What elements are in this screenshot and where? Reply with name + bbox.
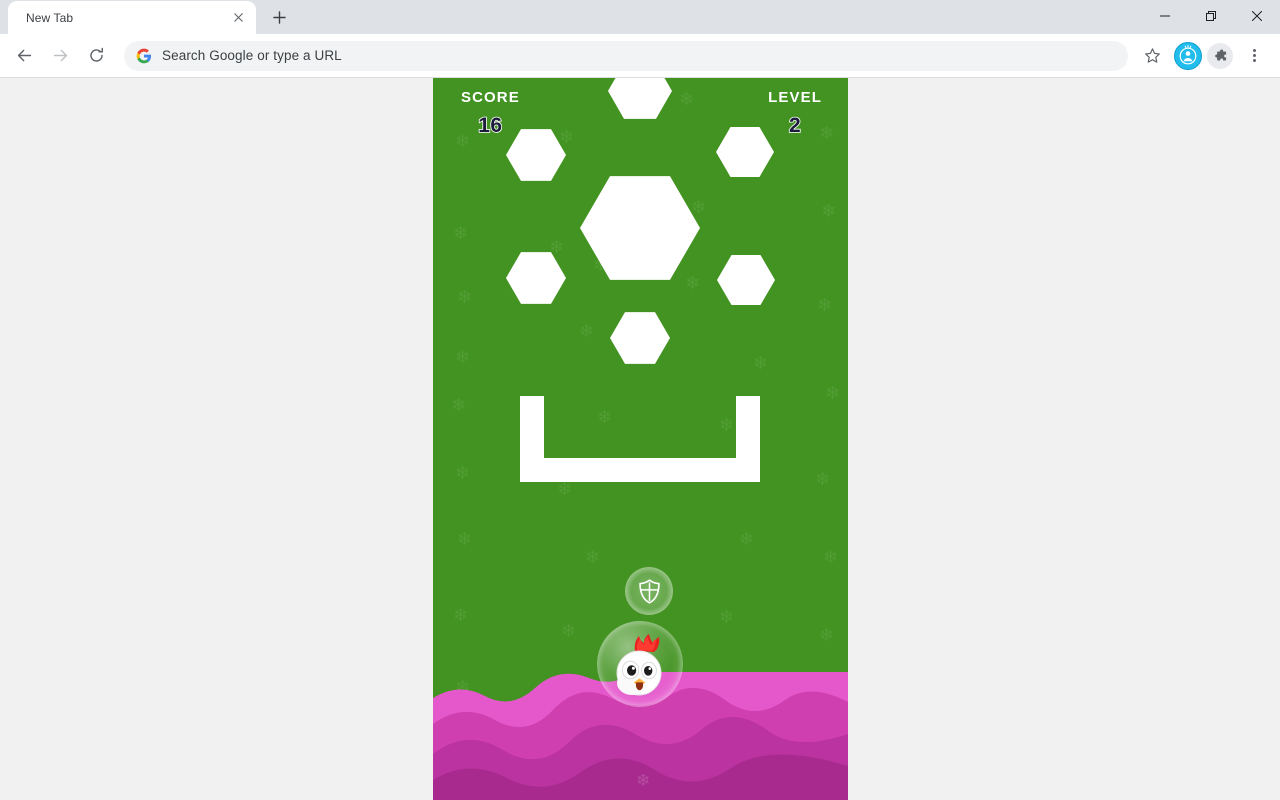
- snowflake-icon: ❄: [825, 383, 841, 403]
- hex-center-big: [580, 176, 700, 280]
- profile-avatar[interactable]: [1174, 41, 1202, 70]
- tab-new-tab[interactable]: New Tab: [8, 1, 256, 34]
- u-platform-obstacle: [520, 396, 760, 482]
- snowflake-icon: ❄: [453, 223, 469, 243]
- snowflake-icon: ❄: [457, 287, 473, 307]
- bookmark-star-icon[interactable]: [1136, 40, 1168, 72]
- snowflake-icon: ❄: [823, 547, 839, 567]
- snowflake-icon: ❄: [585, 547, 601, 567]
- reload-icon[interactable]: [80, 40, 112, 72]
- back-icon[interactable]: [8, 40, 40, 72]
- tab-strip: New Tab: [0, 0, 1280, 34]
- tab-title: New Tab: [26, 10, 74, 25]
- snowflake-icon: ❄: [579, 321, 595, 341]
- snowflake-icon: ❄: [753, 353, 769, 373]
- hex-upper-left: [506, 129, 566, 181]
- hex-top-center: [608, 78, 672, 119]
- snowflake-icon: ❄: [821, 201, 837, 221]
- level-value: 2: [788, 114, 802, 137]
- snowflake-icon: ❄: [739, 529, 755, 549]
- hex-lower-right: [717, 255, 775, 305]
- browser-window: New Tab Search Google or type a URL ❄ ❄ …: [0, 0, 1280, 800]
- minimize-icon[interactable]: [1142, 0, 1188, 32]
- snowflake-icon: ❄: [455, 347, 471, 367]
- snowflake-icon: ❄: [453, 605, 469, 625]
- new-tab-button[interactable]: [265, 3, 293, 31]
- page-viewport: ❄❄❄❄❄❄❄❄❄❄❄❄❄❄❄❄❄❄❄❄❄❄❄❄❄❄❄❄❄❄❄❄❄❄❄ SCOR…: [0, 78, 1280, 800]
- omnibox[interactable]: Search Google or type a URL: [124, 40, 1128, 71]
- snowflake-icon: ❄: [819, 123, 835, 143]
- window-controls: [1142, 0, 1280, 34]
- level-label: LEVEL: [768, 89, 822, 106]
- game-playfield[interactable]: ❄❄❄❄❄❄❄❄❄❄❄❄❄❄❄❄❄❄❄❄❄❄❄❄❄❄❄❄❄❄❄❄❄❄❄ SCOR…: [433, 78, 848, 800]
- extensions-puzzle-icon[interactable]: [1207, 42, 1233, 69]
- maximize-icon[interactable]: [1188, 0, 1234, 32]
- score-display: SCORE 16: [461, 90, 520, 150]
- snowflake-icon: ❄: [691, 197, 707, 217]
- snowflake-icon: ❄: [557, 479, 573, 499]
- close-window-icon[interactable]: [1234, 0, 1280, 32]
- score-value: 16: [477, 114, 503, 137]
- forward-icon[interactable]: [44, 40, 76, 72]
- shield-powerup[interactable]: [625, 567, 673, 615]
- google-g-icon: [136, 48, 152, 64]
- snowflake-icon: ❄: [457, 529, 473, 549]
- chicken-icon: [608, 631, 672, 701]
- snowflake-icon: ❄: [815, 469, 831, 489]
- snowflake-icon: ❄: [455, 463, 471, 483]
- omnibox-text: Search Google or type a URL: [162, 48, 342, 63]
- platform-bottom-bar: [520, 458, 760, 482]
- player-chicken[interactable]: [597, 621, 683, 707]
- hex-bottom-center: [610, 312, 670, 364]
- close-icon[interactable]: [228, 8, 248, 28]
- browser-toolbar: Search Google or type a URL: [0, 34, 1280, 78]
- snowflake-icon: ❄: [455, 131, 471, 151]
- snowflake-icon: ❄: [561, 621, 577, 641]
- level-display: LEVEL 2: [768, 90, 822, 150]
- chrome-menu-icon[interactable]: [1238, 40, 1270, 72]
- snowflake-icon: ❄: [451, 395, 467, 415]
- snowflake-icon: ❄: [559, 127, 575, 147]
- hex-upper-right: [716, 127, 774, 177]
- snowflake-icon: ❄: [679, 89, 695, 109]
- snowflake-icon: ❄: [817, 295, 833, 315]
- score-label: SCORE: [461, 89, 520, 106]
- snowflake-icon: ❄: [819, 625, 835, 645]
- ground-snowflake-icon: ❄: [636, 771, 651, 790]
- hex-lower-left: [506, 252, 566, 304]
- snowflake-icon: ❄: [685, 273, 701, 293]
- snowflake-icon: ❄: [719, 607, 735, 627]
